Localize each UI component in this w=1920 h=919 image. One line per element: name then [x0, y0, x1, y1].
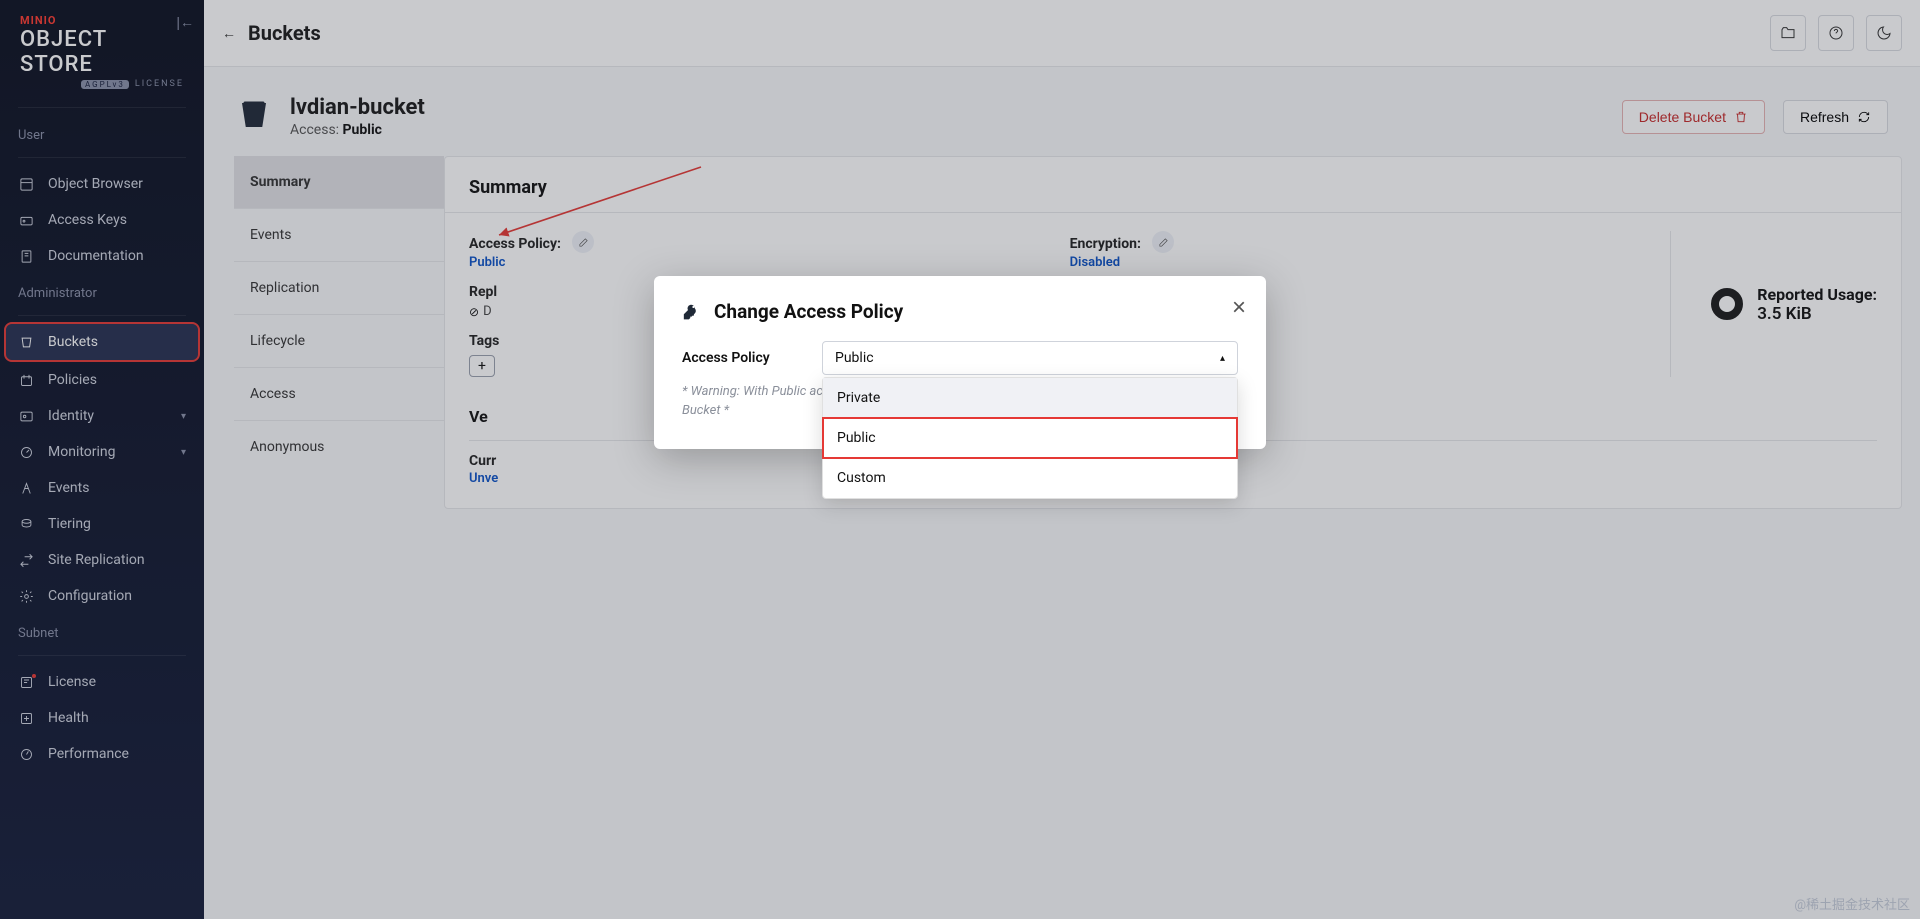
option-custom[interactable]: Custom [823, 458, 1237, 498]
access-policy-field-label: Access Policy [682, 350, 822, 366]
select-value: Public [835, 350, 874, 366]
option-public[interactable]: Public [823, 418, 1237, 458]
modal-title: Change Access Policy [682, 300, 1238, 323]
close-modal-button[interactable]: × [1232, 294, 1246, 322]
change-access-policy-modal: × Change Access Policy Access Policy Pub… [654, 276, 1266, 449]
option-private[interactable]: Private [823, 378, 1237, 418]
watermark: @稀土掘金技术社区 [1794, 894, 1910, 913]
modal-overlay[interactable]: × Change Access Policy Access Policy Pub… [0, 0, 1920, 919]
access-policy-dropdown: Private Public Custom [822, 377, 1238, 499]
chevron-up-icon: ▴ [1220, 353, 1225, 364]
access-policy-select[interactable]: Public ▴ [822, 341, 1238, 375]
